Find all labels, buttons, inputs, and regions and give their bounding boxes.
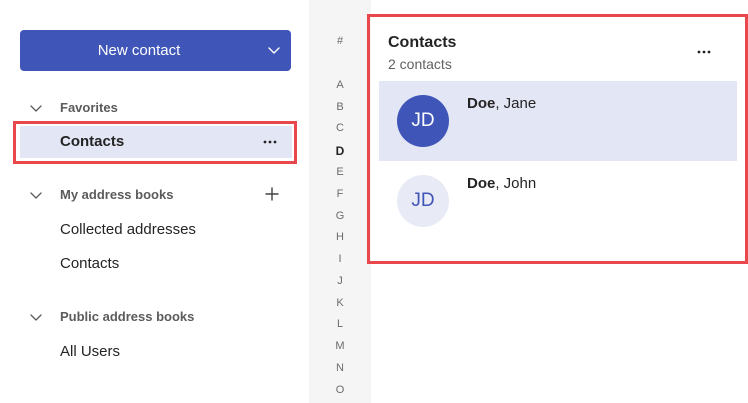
chevron-down-icon[interactable] bbox=[30, 311, 42, 323]
highlight-box bbox=[367, 14, 748, 264]
alphabet-letter[interactable]: A bbox=[309, 79, 371, 91]
add-address-book-icon[interactable] bbox=[264, 186, 280, 202]
new-contact-label: New contact bbox=[97, 42, 181, 59]
public-address-books-label: Public address books bbox=[60, 309, 195, 324]
chevron-down-icon[interactable] bbox=[30, 102, 42, 114]
alphabet-letter[interactable]: F bbox=[309, 188, 371, 200]
alphabet-letter[interactable]: I bbox=[309, 253, 371, 265]
alphabet-letter[interactable]: M bbox=[309, 340, 371, 352]
alphabet-index: # A B C D E F G H I J K L M N O P bbox=[309, 0, 371, 403]
alphabet-letter[interactable]: L bbox=[309, 318, 371, 330]
highlight-box bbox=[13, 121, 297, 164]
chevron-down-icon[interactable] bbox=[267, 43, 281, 57]
alphabet-letter[interactable]: N bbox=[309, 362, 371, 374]
sidebar-item-all-users[interactable]: All Users bbox=[60, 343, 120, 360]
sidebar-item-contacts[interactable]: Contacts bbox=[60, 255, 119, 272]
alphabet-letter[interactable]: O bbox=[309, 384, 371, 396]
alphabet-letter[interactable]: H bbox=[309, 231, 371, 243]
alphabet-letter[interactable]: C bbox=[309, 122, 371, 134]
alphabet-letter[interactable]: K bbox=[309, 297, 371, 309]
public-address-books-header[interactable]: Public address books bbox=[30, 309, 194, 324]
favorites-header-label: Favorites bbox=[60, 100, 118, 115]
my-address-books-header[interactable]: My address books bbox=[30, 187, 173, 202]
my-address-books-label: My address books bbox=[60, 187, 174, 202]
sidebar: New contact Favorites Contacts My addres… bbox=[0, 0, 309, 403]
sidebar-item-collected-addresses[interactable]: Collected addresses bbox=[60, 221, 196, 238]
alphabet-letter[interactable]: J bbox=[309, 275, 371, 287]
favorites-header[interactable]: Favorites bbox=[30, 100, 118, 115]
alphabet-letter[interactable]: # bbox=[309, 35, 371, 47]
alphabet-letter[interactable]: E bbox=[309, 166, 371, 178]
alphabet-letter-active[interactable]: D bbox=[309, 144, 371, 158]
chevron-down-icon[interactable] bbox=[30, 189, 42, 201]
alphabet-letter[interactable]: B bbox=[309, 101, 371, 113]
new-contact-button[interactable]: New contact bbox=[20, 30, 291, 71]
alphabet-letter[interactable]: G bbox=[309, 210, 371, 222]
